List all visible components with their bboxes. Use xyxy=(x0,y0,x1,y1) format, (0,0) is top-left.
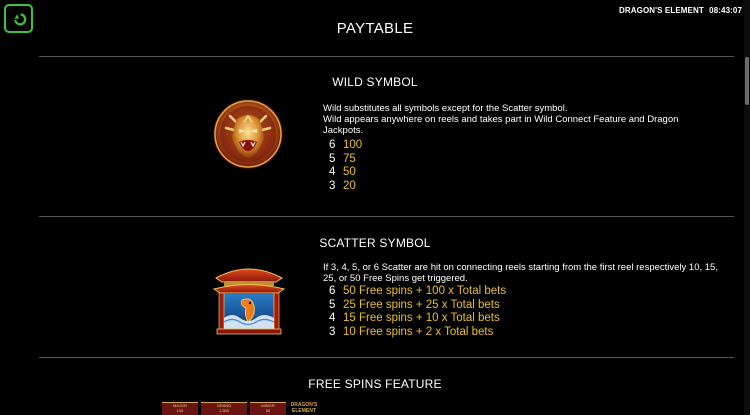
wild-pay-row: 4 50 xyxy=(329,166,362,180)
wild-dragon-symbol xyxy=(213,99,283,169)
wild-pay-row: 5 75 xyxy=(329,153,362,167)
free-spins-preview: MAJOR 150 GRAND 1,500 MINOR 50 DRAGON'S … xyxy=(162,402,319,415)
scatter-paytable: 6 50 Free spins + 100 x Total bets 5 25 Fr… xyxy=(329,285,506,339)
divider xyxy=(39,357,734,358)
payout-value: 75 xyxy=(343,152,356,165)
wild-section-title: WILD SYMBOL xyxy=(332,75,418,89)
payout-value: 15 Free spins + 10 x Total bets xyxy=(343,312,500,324)
scatter-pay-row: 3 10 Free spins + 2 x Total bets xyxy=(329,326,506,340)
wild-paytable: 6 100 5 75 4 50 3 20 xyxy=(329,139,362,193)
game-name: DRAGON'S ELEMENT xyxy=(619,6,704,15)
scatter-pay-row: 6 50 Free spins + 100 x Total bets xyxy=(329,285,506,299)
symbol-count: 3 xyxy=(329,325,336,338)
divider xyxy=(39,56,734,57)
symbol-count: 3 xyxy=(329,179,336,192)
scatter-pay-row: 4 15 Free spins + 10 x Total bets xyxy=(329,312,506,326)
game-info: DRAGON'S ELEMENT 08:43:07 xyxy=(619,6,742,15)
scatter-temple-symbol xyxy=(212,268,286,335)
wild-pay-row: 6 100 xyxy=(329,139,362,153)
clock: 08:43:07 xyxy=(709,6,742,15)
scrollbar[interactable] xyxy=(744,0,750,415)
jackpot-minor: MINOR 50 xyxy=(250,402,286,415)
symbol-count: 5 xyxy=(329,152,336,165)
payout-value: 25 Free spins + 25 x Total bets xyxy=(343,298,500,311)
payout-value: 50 xyxy=(343,166,356,178)
payout-value: 50 Free spins + 100 x Total bets xyxy=(343,285,507,297)
wild-description-line-2: Wild appears anywhere on reels and takes… xyxy=(323,114,679,136)
divider xyxy=(39,216,734,217)
wild-description: Wild substitutes all symbols except for … xyxy=(323,103,708,136)
jackpot-grand: GRAND 1,500 xyxy=(201,402,247,415)
symbol-count: 6 xyxy=(329,139,336,151)
wild-pay-row: 3 20 xyxy=(329,180,362,194)
jackpot-major: MAJOR 150 xyxy=(162,402,198,415)
game-logo: DRAGON'S ELEMENT xyxy=(290,402,318,414)
payout-value: 10 Free spins + 2 x Total bets xyxy=(343,325,494,338)
payout-value: 100 xyxy=(343,139,363,151)
wild-description-line-1: Wild substitutes all symbols except for … xyxy=(323,103,568,114)
symbol-count: 5 xyxy=(329,298,336,311)
scatter-section-title: SCATTER SYMBOL xyxy=(319,236,431,250)
symbol-count: 4 xyxy=(329,312,336,324)
scatter-description: If 3, 4, 5, or 6 Scatter are hit on conn… xyxy=(323,262,718,284)
payout-value: 20 xyxy=(343,179,356,192)
jackpot-value: 1,500 xyxy=(218,408,229,413)
scatter-pay-row: 5 25 Free spins + 25 x Total bets xyxy=(329,299,506,313)
symbol-count: 4 xyxy=(329,166,336,178)
jackpot-value: 50 xyxy=(265,408,271,413)
free-spins-section-title: FREE SPINS FEATURE xyxy=(308,377,442,391)
page-title: PAYTABLE xyxy=(336,20,414,37)
symbol-count: 6 xyxy=(329,285,336,297)
jackpot-value: 150 xyxy=(176,408,184,413)
